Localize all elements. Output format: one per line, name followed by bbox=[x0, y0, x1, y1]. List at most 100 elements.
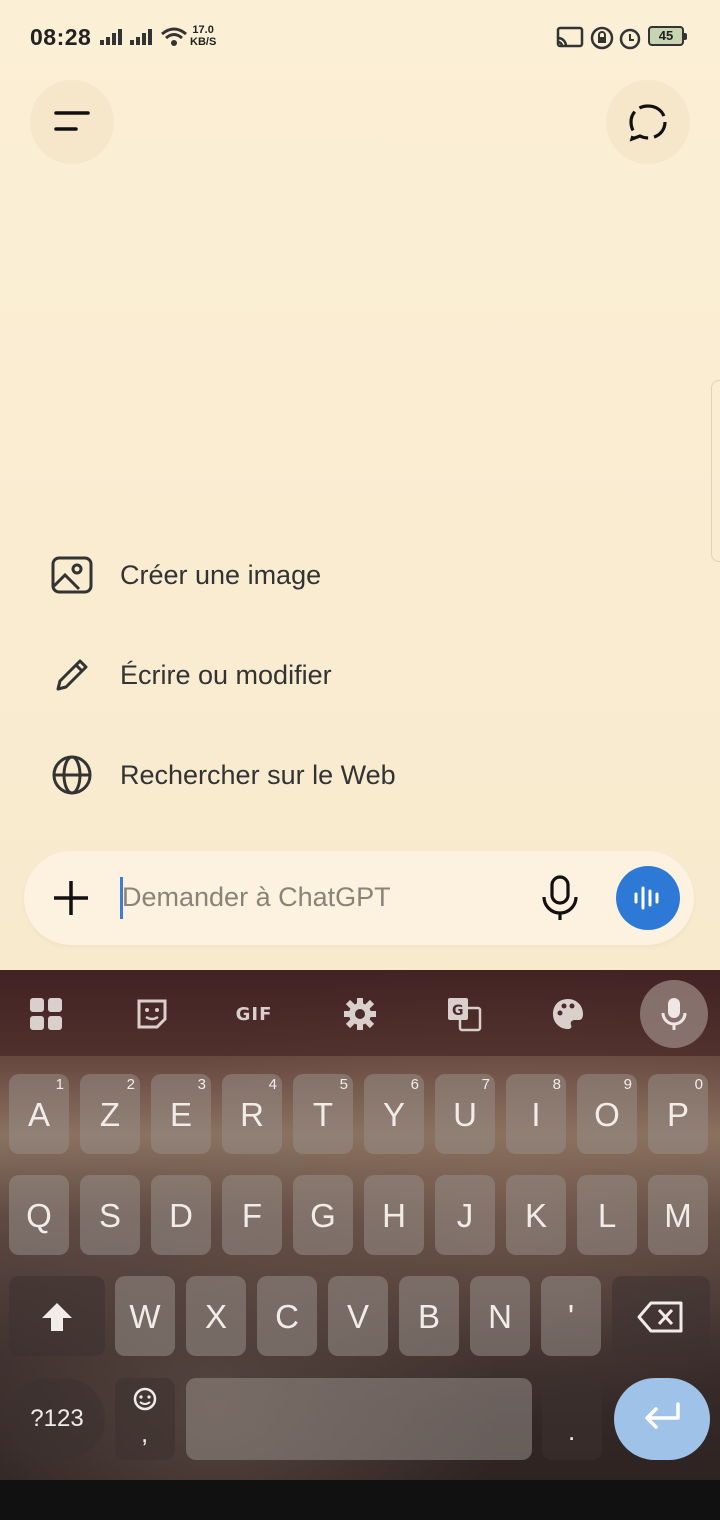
edge-handle[interactable] bbox=[711, 380, 720, 562]
key-m[interactable]: M bbox=[648, 1175, 708, 1255]
key-f[interactable]: F bbox=[222, 1175, 282, 1255]
key-hint: 2 bbox=[126, 1076, 135, 1093]
key-label: P bbox=[666, 1096, 689, 1133]
key-label: Z bbox=[99, 1096, 121, 1133]
suggestion-label: Rechercher sur le Web bbox=[120, 759, 396, 790]
wifi-icon bbox=[161, 27, 187, 46]
suggestion-label: Écrire ou modifier bbox=[120, 659, 332, 690]
voice-mode-button[interactable] bbox=[616, 866, 680, 930]
key-o[interactable]: O9 bbox=[577, 1074, 637, 1154]
signal-icon bbox=[100, 29, 122, 45]
key-hint: 4 bbox=[268, 1076, 277, 1093]
key-hint: 8 bbox=[552, 1076, 561, 1093]
suggestion-create-image[interactable]: Créer une image bbox=[50, 540, 650, 610]
key-q[interactable]: Q bbox=[9, 1175, 69, 1255]
key-n[interactable]: N bbox=[470, 1276, 530, 1356]
key-x[interactable]: X bbox=[186, 1276, 246, 1356]
sticker-icon[interactable] bbox=[130, 992, 174, 1036]
signal-icon-2 bbox=[130, 29, 152, 45]
keyboard-toolbar: GIF G bbox=[0, 970, 720, 1056]
space-bar[interactable] bbox=[186, 1378, 532, 1460]
key-v[interactable]: V bbox=[328, 1276, 388, 1356]
gif-button[interactable]: GIF bbox=[232, 992, 276, 1036]
key-label: E bbox=[169, 1096, 192, 1133]
key-t[interactable]: T5 bbox=[293, 1074, 353, 1154]
status-bar: 08:28 17.0 KB/S 45 bbox=[0, 0, 720, 72]
key-label: U bbox=[453, 1096, 477, 1133]
enter-key[interactable] bbox=[614, 1378, 710, 1460]
microphone-icon[interactable] bbox=[538, 875, 582, 921]
svg-text:G: G bbox=[452, 1003, 464, 1019]
menu-icon bbox=[54, 111, 90, 131]
enter-icon bbox=[645, 1402, 680, 1429]
clock: 08:28 bbox=[30, 24, 92, 50]
comma-label: , bbox=[141, 1418, 149, 1448]
new-chat-icon bbox=[629, 104, 667, 142]
new-chat-button[interactable] bbox=[606, 80, 690, 164]
symbols-key[interactable]: ?123 bbox=[9, 1378, 105, 1460]
period-key[interactable]: . bbox=[542, 1378, 602, 1460]
key-a[interactable]: A1 bbox=[9, 1074, 69, 1154]
voice-typing-button[interactable] bbox=[640, 980, 708, 1048]
key-r[interactable]: R4 bbox=[222, 1074, 282, 1154]
key-label: O bbox=[594, 1096, 620, 1133]
period-label: . bbox=[568, 1416, 576, 1446]
key-h[interactable]: H bbox=[364, 1175, 424, 1255]
suggestion-web-search[interactable]: Rechercher sur le Web bbox=[50, 740, 650, 810]
key-label: I bbox=[531, 1096, 541, 1133]
key-apostrophe[interactable]: ' bbox=[541, 1276, 601, 1356]
key-j[interactable]: J bbox=[435, 1175, 495, 1255]
cast-icon bbox=[556, 26, 584, 48]
keyboard: GIF G A1 Z2 E3 R4 T5 Y6 U7 I8 O9 P0 Q S … bbox=[0, 970, 720, 1520]
backspace-key[interactable] bbox=[612, 1276, 710, 1356]
shift-key[interactable] bbox=[9, 1276, 105, 1356]
chat-app: 08:28 17.0 KB/S 45 Créer une image Écrir… bbox=[0, 0, 720, 970]
alarm-icon bbox=[619, 28, 641, 50]
key-u[interactable]: U7 bbox=[435, 1074, 495, 1154]
plus-icon[interactable] bbox=[50, 877, 92, 919]
key-hint: 7 bbox=[481, 1076, 490, 1093]
waveform-icon bbox=[634, 886, 659, 910]
network-speed-value: 17.0 bbox=[192, 24, 214, 36]
palette-icon[interactable] bbox=[546, 992, 590, 1036]
key-k[interactable]: K bbox=[506, 1175, 566, 1255]
navigation-bar bbox=[0, 1480, 720, 1520]
key-z[interactable]: Z2 bbox=[80, 1074, 140, 1154]
pencil-icon bbox=[50, 653, 94, 697]
key-label: A bbox=[27, 1096, 50, 1133]
key-y[interactable]: Y6 bbox=[364, 1074, 424, 1154]
key-hint: 3 bbox=[197, 1076, 206, 1093]
settings-gear-icon[interactable] bbox=[338, 992, 382, 1036]
key-d[interactable]: D bbox=[151, 1175, 211, 1255]
message-input[interactable]: Demander à ChatGPT bbox=[122, 882, 391, 913]
key-c[interactable]: C bbox=[257, 1276, 317, 1356]
network-speed-unit: KB/S bbox=[190, 36, 217, 48]
key-w[interactable]: W bbox=[115, 1276, 175, 1356]
microphone-icon bbox=[661, 998, 687, 1030]
menu-button[interactable] bbox=[30, 80, 114, 164]
key-hint: 5 bbox=[339, 1076, 348, 1093]
network-speed: 17.0 KB/S bbox=[190, 24, 216, 48]
emoji-comma-key[interactable]: , bbox=[115, 1378, 175, 1460]
lock-rotation-icon bbox=[590, 26, 614, 50]
key-l[interactable]: L bbox=[577, 1175, 637, 1255]
apps-grid-icon[interactable] bbox=[24, 992, 68, 1036]
key-hint: 6 bbox=[410, 1076, 419, 1093]
key-e[interactable]: E3 bbox=[151, 1074, 211, 1154]
key-hint: 0 bbox=[694, 1076, 703, 1093]
key-b[interactable]: B bbox=[399, 1276, 459, 1356]
key-label: R bbox=[240, 1096, 264, 1133]
key-i[interactable]: I8 bbox=[506, 1074, 566, 1154]
key-hint: 1 bbox=[55, 1076, 64, 1093]
suggestion-write-edit[interactable]: Écrire ou modifier bbox=[50, 640, 650, 710]
key-p[interactable]: P0 bbox=[648, 1074, 708, 1154]
battery-indicator: 45 bbox=[648, 26, 687, 46]
key-s[interactable]: S bbox=[80, 1175, 140, 1255]
key-label: Y bbox=[382, 1096, 405, 1133]
key-label: T bbox=[312, 1096, 334, 1133]
key-hint: 9 bbox=[623, 1076, 632, 1093]
image-icon bbox=[50, 553, 94, 597]
translate-icon[interactable]: G bbox=[442, 992, 486, 1036]
key-g[interactable]: G bbox=[293, 1175, 353, 1255]
shift-icon bbox=[42, 1303, 72, 1331]
